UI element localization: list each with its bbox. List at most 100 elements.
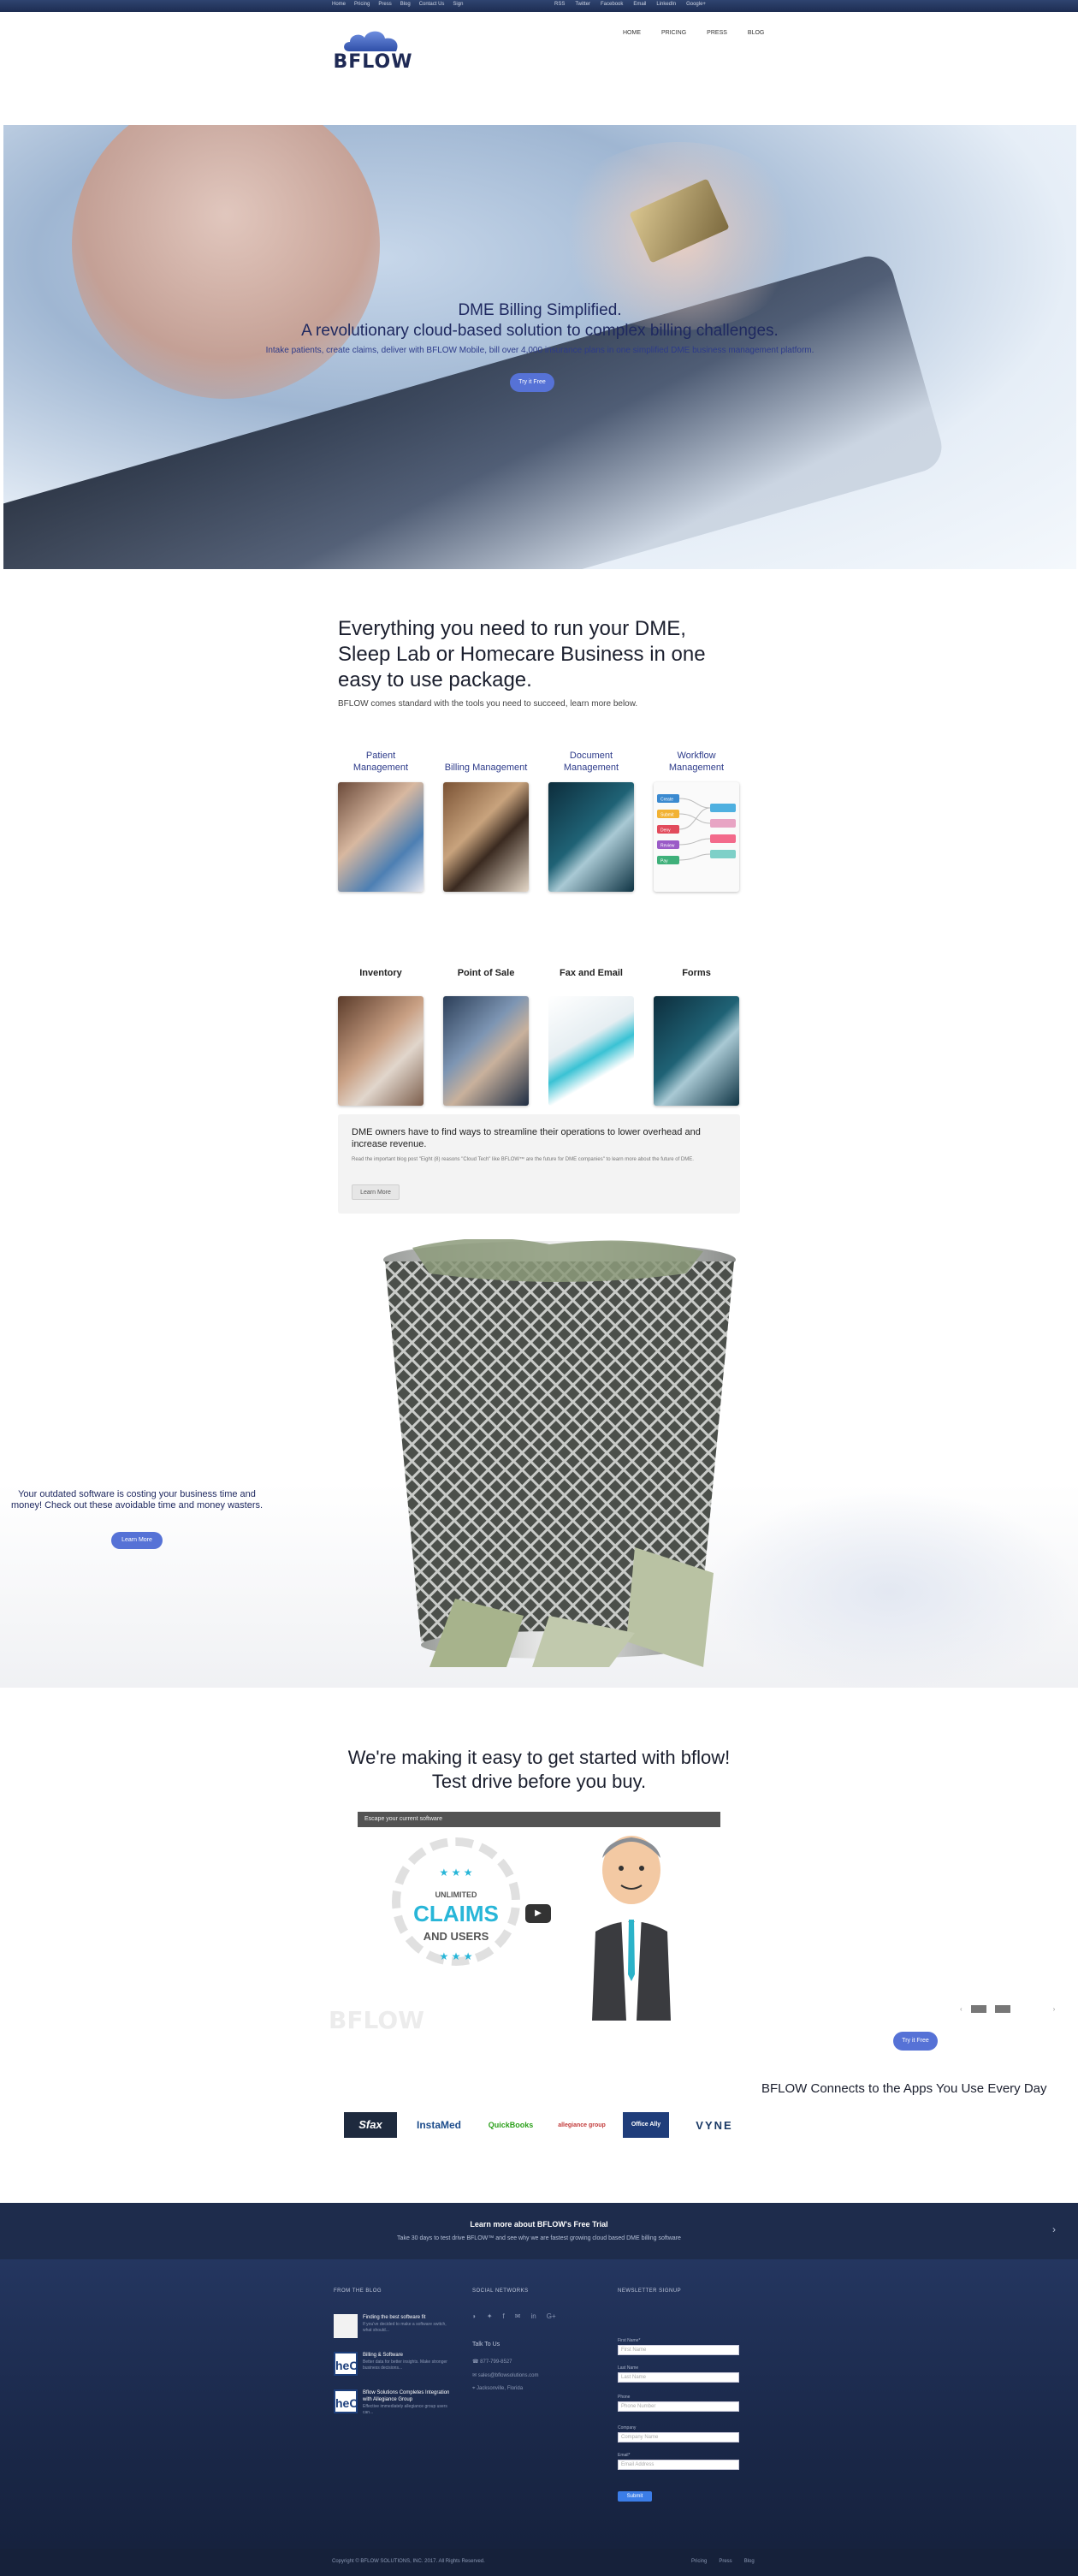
top-link-contact[interactable]: Contact Us	[419, 2, 445, 7]
workflow-tag: Submit	[660, 813, 674, 818]
sfax-logo: Sfax	[344, 2112, 397, 2138]
time-wasters-learn-more-button[interactable]: Learn More	[111, 1532, 163, 1549]
dme-learn-more-button[interactable]: Learn More	[352, 1184, 400, 1200]
footer-social-icons: ◗ ✦ f ✉ in G+	[472, 2312, 556, 2320]
newsletter-last-name-input[interactable]: Last Name	[618, 2372, 739, 2383]
carousel-controls: ‹ ›	[960, 2005, 1055, 2013]
feature-forms[interactable]: Forms	[654, 959, 739, 1106]
feature-workflow-management[interactable]: Workflow Management Create Submit Deny R…	[654, 745, 739, 892]
test-drive-try-free-button[interactable]: Try it Free	[893, 2032, 938, 2051]
forms-image	[654, 996, 739, 1106]
feature-label: Fax and Email	[560, 968, 623, 978]
blog-post-thumbnail	[334, 2314, 358, 2338]
twitter-icon[interactable]: ✦	[487, 2312, 493, 2320]
video-stars-top: ★ ★ ★	[439, 1867, 473, 1879]
free-trial-banner[interactable]: Learn more about BFLOW's Free Trial Take…	[0, 2203, 1078, 2259]
quickbooks-logo: QuickBooks	[488, 2121, 534, 2129]
talk-to-us-heading: Talk To Us	[472, 2342, 500, 2347]
workflow-management-image: Create Submit Deny Review Pay	[654, 782, 739, 892]
chevron-right-icon[interactable]: ›	[1052, 2223, 1056, 2235]
free-trial-title: Learn more about BFLOW's Free Trial	[470, 2220, 608, 2229]
newsletter-submit-button[interactable]: Submit	[618, 2491, 652, 2502]
feature-document-management[interactable]: Document Management	[548, 745, 634, 892]
features-subheading: BFLOW comes standard with the tools you …	[338, 699, 638, 709]
newsletter-phone-input[interactable]: Phone Number	[618, 2401, 739, 2412]
feature-label: Workflow Management	[668, 751, 725, 773]
feature-label: Forms	[682, 968, 711, 978]
footer-link-press[interactable]: Press	[719, 2559, 732, 2564]
newsletter-label: Company	[618, 2425, 637, 2431]
feature-patient-management[interactable]: Patient Management	[338, 745, 424, 892]
logo[interactable]: BFLOW	[329, 24, 418, 74]
nav-pricing[interactable]: PRICING	[661, 30, 686, 36]
blog-post-title[interactable]: Billing & Software	[363, 2352, 453, 2359]
carousel-next-icon[interactable]: ›	[1053, 2005, 1056, 2013]
promo-video[interactable]: Escape your current software ★ ★ ★ UNLIM…	[358, 1812, 720, 2021]
newsletter-label: Email*	[618, 2453, 631, 2458]
apps-heading: BFLOW Connects to the Apps You Use Every…	[761, 2081, 1047, 2096]
copyright-text: Copyright © BFLOW SOLUTIONS, INC. 2017. …	[332, 2559, 485, 2564]
facebook-icon[interactable]: f	[503, 2312, 505, 2320]
top-link-blog[interactable]: Blog	[400, 2, 411, 7]
email-icon[interactable]: ✉	[515, 2312, 521, 2320]
top-link-pricing[interactable]: Pricing	[354, 2, 370, 7]
top-social-facebook[interactable]: Facebook	[601, 2, 623, 7]
main-nav: HOME PRICING PRESS BLOG	[623, 30, 764, 36]
blog-post-thumbnail: heC	[334, 2352, 358, 2376]
logo-wordmark: BFLOW	[333, 51, 413, 73]
nav-home[interactable]: HOME	[623, 30, 641, 36]
document-management-image	[548, 782, 634, 892]
top-social-links: RSS Twitter Facebook Email LinkedIn Goog…	[554, 2, 706, 7]
feature-fax-and-email[interactable]: Fax and Email	[548, 959, 634, 1106]
blog-post-thumbnail: heC	[334, 2389, 358, 2413]
vyne-logo: VYNE	[696, 2118, 733, 2132]
newsletter-first-name-input[interactable]: First Name	[618, 2345, 739, 2355]
feature-point-of-sale[interactable]: Point of Sale	[443, 959, 529, 1106]
nav-blog[interactable]: BLOG	[748, 30, 764, 36]
features-heading: Everything you need to run your DME, Sle…	[338, 617, 706, 691]
patient-management-image	[338, 782, 424, 892]
top-link-sign[interactable]: Sign	[453, 2, 463, 7]
carousel-dot[interactable]	[970, 2005, 986, 2013]
blog-post[interactable]: Finding the best software fit If you've …	[334, 2314, 453, 2345]
feature-billing-management[interactable]: Billing Management	[443, 745, 529, 892]
top-link-press[interactable]: Press	[378, 2, 391, 7]
hero-try-free-button[interactable]: Try it Free	[510, 373, 554, 392]
top-social-google[interactable]: Google+	[686, 2, 706, 7]
footer-link-pricing[interactable]: Pricing	[691, 2559, 707, 2564]
blog-post[interactable]: heC Billing & Software Better data for b…	[334, 2352, 453, 2383]
newsletter-email-input[interactable]: Email Address	[618, 2460, 739, 2470]
carousel-dot[interactable]	[994, 2005, 1010, 2013]
blog-post[interactable]: heC Bflow Solutions Completes Integratio…	[334, 2389, 453, 2420]
hero-hand-image	[72, 125, 380, 399]
rss-icon[interactable]: ◗	[472, 2312, 477, 2320]
top-social-rss[interactable]: RSS	[554, 2, 565, 7]
footer-link-blog[interactable]: Blog	[744, 2559, 755, 2564]
linkedin-icon[interactable]: in	[530, 2312, 536, 2320]
feature-inventory[interactable]: Inventory	[338, 959, 424, 1106]
feature-label: Patient Management	[352, 751, 409, 773]
video-cartoon-man-icon	[592, 1836, 671, 2021]
time-wasters-message: Your outdated software is costing your b…	[10, 1489, 264, 1511]
newsletter-company-input[interactable]: Company Name	[618, 2432, 739, 2442]
footer: FROM THE BLOG SOCIAL NETWORKS NEWSLETTER…	[0, 2259, 1078, 2549]
top-social-linkedin[interactable]: LinkedIn	[656, 2, 676, 7]
googleplus-icon[interactable]: G+	[547, 2312, 556, 2320]
cloud-logo-icon	[344, 31, 398, 51]
contact-phone[interactable]: ☎ 877-799-8527	[472, 2359, 512, 2365]
contact-email[interactable]: ✉ sales@bflowsolutions.com	[472, 2372, 538, 2378]
dme-info-box: DME owners have to find ways to streamli…	[338, 1114, 740, 1214]
footer-bottom-links: Pricing Press Blog	[691, 2559, 755, 2564]
free-trial-text: Take 30 days to test drive BFLOW™ and se…	[397, 2235, 681, 2241]
top-social-twitter[interactable]: Twitter	[575, 2, 590, 7]
carousel-prev-icon[interactable]: ‹	[960, 2005, 962, 2013]
blog-post-title[interactable]: Finding the best software fit	[363, 2314, 453, 2321]
video-stars-bottom: ★ ★ ★	[439, 1950, 473, 1962]
top-link-home[interactable]: Home	[332, 2, 346, 7]
blog-post-title[interactable]: Bflow Solutions Completes Integration wi…	[363, 2389, 453, 2403]
video-play-icon[interactable]: ▶	[525, 1904, 551, 1923]
top-social-email[interactable]: Email	[633, 2, 646, 7]
nav-press[interactable]: PRESS	[707, 30, 727, 36]
newsletter-label: First Name*	[618, 2338, 641, 2343]
hero-description: Intake patients, create claims, deliver …	[265, 346, 814, 355]
